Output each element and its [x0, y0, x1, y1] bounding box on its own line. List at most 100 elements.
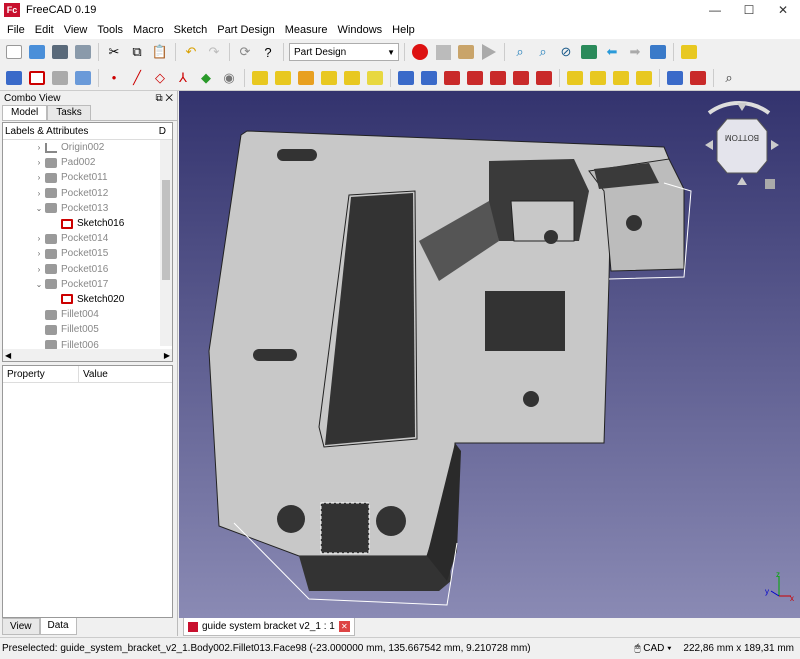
- paste-icon[interactable]: 📋: [150, 42, 170, 62]
- macro-edit-button[interactable]: [456, 42, 476, 62]
- fit-all-button[interactable]: ⌕: [510, 42, 530, 62]
- tree-scrollbar[interactable]: [160, 140, 172, 346]
- tree-item[interactable]: Sketch020: [3, 292, 172, 307]
- revolution-button[interactable]: [273, 68, 293, 88]
- navcube-arrow-down-icon[interactable]: [737, 177, 747, 185]
- shape-binder-button[interactable]: [73, 68, 93, 88]
- chevron-right-icon[interactable]: ›: [33, 234, 45, 243]
- draw-style-button[interactable]: ⊘: [556, 42, 576, 62]
- fillet-button[interactable]: [665, 68, 685, 88]
- linear-pattern-button[interactable]: [588, 68, 608, 88]
- scroll-left-icon[interactable]: ◀: [5, 351, 11, 360]
- polar-pattern-button[interactable]: [611, 68, 631, 88]
- cut-icon[interactable]: ✂: [104, 42, 124, 62]
- menu-edit[interactable]: Edit: [30, 24, 59, 36]
- scroll-right-icon[interactable]: ▶: [164, 351, 170, 360]
- tree-item[interactable]: ⌄ Pocket017: [3, 277, 172, 292]
- subtractive-primitive-button[interactable]: [534, 68, 554, 88]
- navigation-style-selector[interactable]: 🖱 CAD ▾: [635, 643, 672, 654]
- minimize-button[interactable]: —: [698, 3, 732, 17]
- chevron-right-icon[interactable]: ›: [33, 189, 45, 198]
- macro-record-button[interactable]: [410, 42, 430, 62]
- multitransform-button[interactable]: [634, 68, 654, 88]
- panel-float-close-icon[interactable]: ⧉ ✕: [155, 93, 173, 104]
- subtractive-loft-button[interactable]: [465, 68, 485, 88]
- new-document-button[interactable]: [4, 42, 24, 62]
- 3d-viewport[interactable]: BOTTOM z x y: [179, 91, 800, 618]
- chevron-down-icon[interactable]: ⌄: [33, 280, 45, 289]
- view-box-button[interactable]: [648, 42, 668, 62]
- refresh-button[interactable]: ⟳: [235, 42, 255, 62]
- mirrored-button[interactable]: [565, 68, 585, 88]
- chevron-right-icon[interactable]: ›: [33, 265, 45, 274]
- chamfer-button[interactable]: [688, 68, 708, 88]
- tab-tasks[interactable]: Tasks: [47, 105, 91, 120]
- tab-data[interactable]: Data: [39, 618, 77, 635]
- navcube-menu-icon[interactable]: [765, 179, 775, 189]
- chevron-right-icon[interactable]: ›: [33, 249, 45, 258]
- close-tab-icon[interactable]: ✕: [338, 621, 350, 632]
- menu-measure[interactable]: Measure: [280, 24, 333, 36]
- part-icon[interactable]: [679, 42, 699, 62]
- tree-item[interactable]: ⌄ Pocket013: [3, 201, 172, 216]
- forward-button[interactable]: ➡: [625, 42, 645, 62]
- tree-item[interactable]: Sketch016: [3, 216, 172, 231]
- document-tab[interactable]: guide system bracket v2_1 : 1 ✕: [183, 618, 355, 636]
- chevron-right-icon[interactable]: ›: [33, 143, 45, 152]
- scroll-thumb[interactable]: [162, 180, 170, 280]
- helix-button[interactable]: [342, 68, 362, 88]
- preselected-pocket[interactable]: [320, 502, 370, 554]
- tree-hscrollbar[interactable]: ◀ ▶: [3, 349, 172, 361]
- chevron-down-icon[interactable]: ⌄: [33, 204, 45, 213]
- loft-button[interactable]: [296, 68, 316, 88]
- hole-button[interactable]: [419, 68, 439, 88]
- tab-view[interactable]: View: [2, 618, 40, 635]
- menu-sketch[interactable]: Sketch: [169, 24, 213, 36]
- plate-face[interactable]: [208, 130, 670, 557]
- close-button[interactable]: ✕: [766, 3, 800, 17]
- copy-icon[interactable]: ⧉: [127, 42, 147, 62]
- tree-item[interactable]: Fillet004: [3, 307, 172, 322]
- tree-item[interactable]: › Pad002: [3, 155, 172, 170]
- chevron-right-icon[interactable]: ›: [33, 158, 45, 167]
- subtractive-helix-button[interactable]: [511, 68, 531, 88]
- fit-selection-button[interactable]: ⌕: [533, 42, 553, 62]
- validate-sketch-button[interactable]: [50, 68, 70, 88]
- undo-button[interactable]: ↶: [181, 42, 201, 62]
- bracket-model[interactable]: BOTTOM z x y: [179, 91, 800, 618]
- raised-tab-face[interactable]: [510, 200, 575, 242]
- navcube-arrow-left-icon[interactable]: [705, 140, 713, 150]
- tree-item[interactable]: › Pocket015: [3, 246, 172, 261]
- pad-button[interactable]: [250, 68, 270, 88]
- tree-item[interactable]: › Pocket014: [3, 231, 172, 246]
- tree-item[interactable]: Fillet005: [3, 322, 172, 337]
- menu-windows[interactable]: Windows: [333, 24, 388, 36]
- groove-button[interactable]: [442, 68, 462, 88]
- tree-item[interactable]: › Pocket012: [3, 186, 172, 201]
- std-views-button[interactable]: [579, 42, 599, 62]
- chevron-right-icon[interactable]: ›: [33, 173, 45, 182]
- navcube-face[interactable]: [716, 118, 768, 174]
- subtractive-pipe-button[interactable]: [488, 68, 508, 88]
- save-as-button[interactable]: [73, 42, 93, 62]
- clone-icon[interactable]: ◉: [219, 68, 239, 88]
- menu-view[interactable]: View: [59, 24, 93, 36]
- macro-play-button[interactable]: [479, 42, 499, 62]
- menu-macro[interactable]: Macro: [128, 24, 169, 36]
- navcube-arrow-right-icon[interactable]: [771, 140, 779, 150]
- create-sketch-button[interactable]: [27, 68, 47, 88]
- redo-button[interactable]: ↷: [204, 42, 224, 62]
- local-cs-icon[interactable]: ⅄: [173, 68, 193, 88]
- save-button[interactable]: [50, 42, 70, 62]
- pocket-button[interactable]: [396, 68, 416, 88]
- menu-file[interactable]: File: [2, 24, 30, 36]
- menu-part-design[interactable]: Part Design: [212, 24, 279, 36]
- navcube-arrow-up-icon[interactable]: [737, 103, 747, 111]
- additive-primitive-button[interactable]: [365, 68, 385, 88]
- menu-help[interactable]: Help: [387, 24, 420, 36]
- shape-binder-icon[interactable]: ◆: [196, 68, 216, 88]
- open-button[interactable]: [27, 42, 47, 62]
- navigation-cube[interactable]: BOTTOM: [705, 101, 779, 189]
- back-button[interactable]: ⬅: [602, 42, 622, 62]
- datum-plane-icon[interactable]: ◇: [150, 68, 170, 88]
